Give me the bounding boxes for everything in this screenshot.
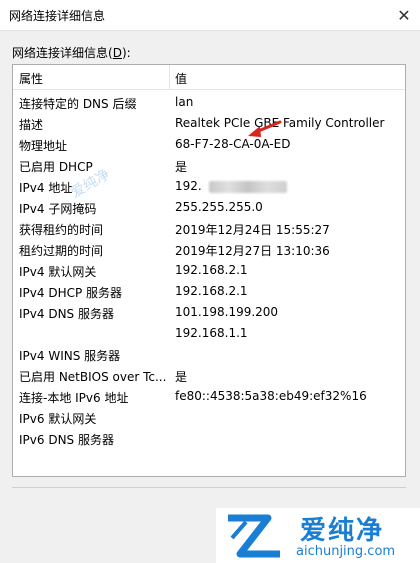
table-row[interactable]: 租约过期的时间 2019年12月27日 13:10:36 xyxy=(13,240,405,260)
row-property: IPv6 默认网关 xyxy=(19,412,97,426)
window-title: 网络连接详细信息 xyxy=(9,9,106,23)
row-value: 192.168.2.1 xyxy=(175,284,248,298)
row-value: 2019年12月24日 15:55:27 xyxy=(175,223,330,237)
row-value: 是 xyxy=(175,370,188,384)
column-header-value[interactable]: 值 xyxy=(175,70,187,87)
row-property: IPv4 DHCP 服务器 xyxy=(19,286,123,300)
details-list[interactable]: 属性 值 连接特定的 DNS 后缀 lan 描述 Realtek PCIe GBE F… xyxy=(12,64,406,477)
table-row[interactable]: 物理地址 68-F7-28-CA-0A-ED xyxy=(13,135,405,155)
table-row[interactable]: 获得租约的时间 2019年12月24日 15:55:27 xyxy=(13,219,405,239)
row-value: lan xyxy=(175,95,194,109)
details-label-prefix: 网络连接详细信息( xyxy=(12,46,113,60)
row-property: IPv4 DNS 服务器 xyxy=(19,307,114,321)
row-value: 192.168.1.1 xyxy=(175,326,248,340)
list-header: 属性 值 xyxy=(13,65,405,90)
divider xyxy=(12,487,406,488)
close-icon[interactable]: ✕ xyxy=(388,0,420,30)
row-property: 连接特定的 DNS 后缀 xyxy=(19,97,137,111)
red-arrow-icon xyxy=(248,120,282,137)
row-property: IPv4 子网掩码 xyxy=(19,202,97,216)
row-value: 101.198.199.200 xyxy=(175,305,279,319)
table-row[interactable]: IPv4 DNS 服务器 101.198.199.200 xyxy=(13,303,405,323)
table-row[interactable]: IPv4 默认网关 192.168.2.1 xyxy=(13,261,405,281)
row-property: IPv4 WINS 服务器 xyxy=(19,349,121,363)
row-value: 是 xyxy=(175,160,188,174)
details-label-suffix: ): xyxy=(121,46,131,60)
table-row[interactable]: 已启用 DHCP 是 xyxy=(13,156,405,176)
column-separator[interactable] xyxy=(169,65,170,89)
details-label-accelerator: D xyxy=(112,46,122,60)
row-property: 已启用 NetBIOS over Tc... xyxy=(19,370,167,384)
row-property: IPv6 DNS 服务器 xyxy=(19,433,114,447)
title-bar: 网络连接详细信息 ✕ xyxy=(0,0,420,31)
row-property: 租约过期的时间 xyxy=(19,244,104,258)
row-property: IPv4 默认网关 xyxy=(19,265,97,279)
redacted-ip xyxy=(209,181,287,193)
column-header-property[interactable]: 属性 xyxy=(19,70,43,87)
brand-name: 爱纯净 xyxy=(300,516,385,546)
brand-domain: aichunjing.com xyxy=(296,544,396,559)
row-property: 获得租约的时间 xyxy=(19,223,104,237)
table-row[interactable]: 192.168.1.1 xyxy=(13,324,405,344)
row-property: 物理地址 xyxy=(19,139,68,153)
brand-logo-icon xyxy=(228,514,280,558)
table-row[interactable]: IPv4 子网掩码 255.255.255.0 xyxy=(13,198,405,218)
table-row[interactable]: IPv4 DHCP 服务器 192.168.2.1 xyxy=(13,282,405,302)
watermark: 爱纯净 aichunjing.com xyxy=(216,508,420,563)
row-value: fe80::4538:5a38:eb49:ef32%16 xyxy=(175,389,367,403)
details-label: 网络连接详细信息(D): xyxy=(12,44,131,61)
table-row[interactable]: 描述 Realtek PCIe GBE Family Controller xyxy=(13,114,405,134)
table-row[interactable]: 已启用 NetBIOS over Tc... 是 xyxy=(13,366,405,386)
row-property: 连接-本地 IPv6 地址 xyxy=(19,391,129,405)
row-value: 2019年12月27日 13:10:36 xyxy=(175,244,330,258)
table-row[interactable]: 连接特定的 DNS 后缀 lan xyxy=(13,93,405,113)
table-row[interactable]: IPv6 DNS 服务器 xyxy=(13,429,405,449)
row-value: 192.168.2.1 xyxy=(175,263,248,277)
table-row[interactable]: IPv4 WINS 服务器 xyxy=(13,345,405,365)
table-row[interactable]: IPv6 默认网关 xyxy=(13,408,405,428)
row-value: 192. xyxy=(175,179,202,193)
table-row[interactable]: 连接-本地 IPv6 地址 fe80::4538:5a38:eb49:ef32%1… xyxy=(13,387,405,407)
row-value: 255.255.255.0 xyxy=(175,200,263,214)
row-property: 描述 xyxy=(19,118,44,132)
